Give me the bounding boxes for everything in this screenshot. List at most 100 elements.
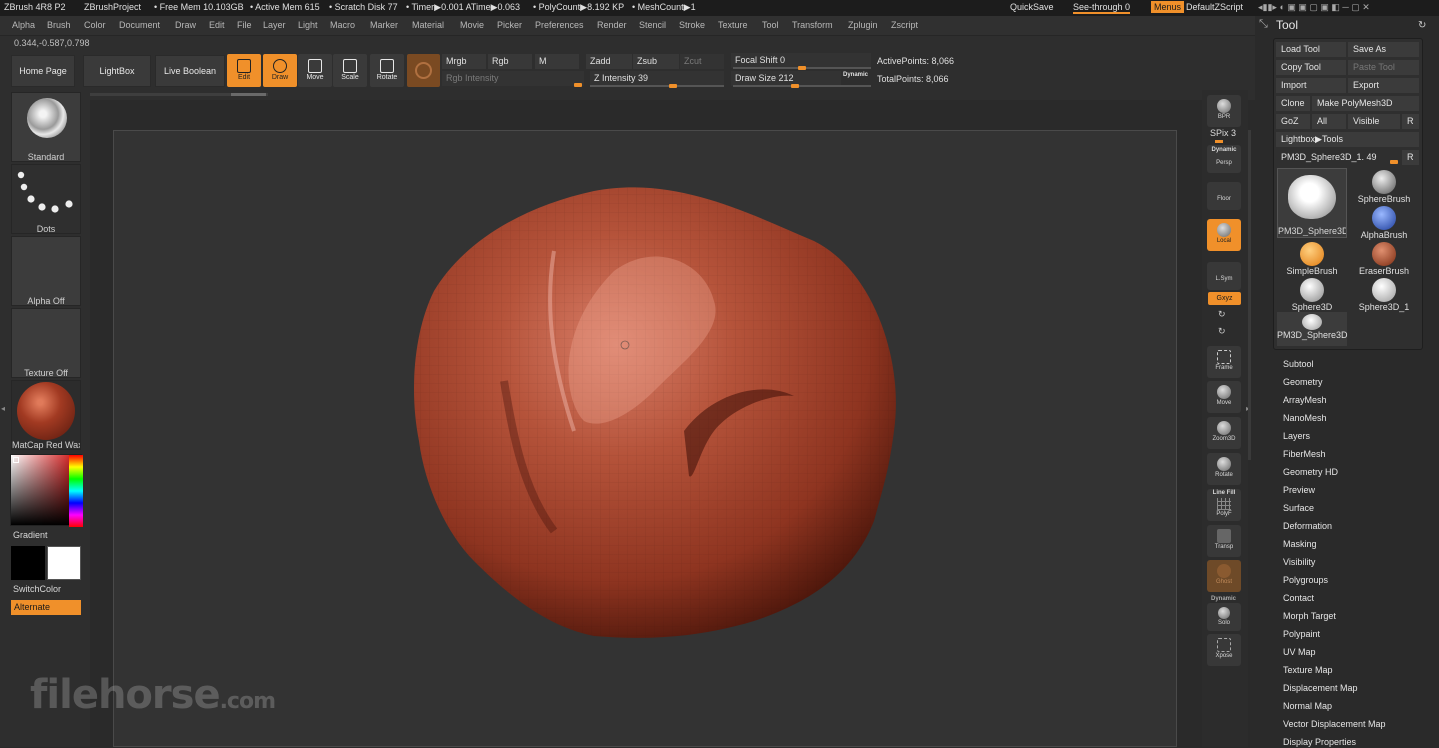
main-color-swatch[interactable]	[47, 546, 81, 580]
rgb-intensity-knob[interactable]	[574, 83, 582, 87]
refresh-icon[interactable]: ↻	[1418, 20, 1426, 31]
section-preview[interactable]: Preview	[1283, 485, 1315, 495]
menu-brush[interactable]: Brush	[47, 20, 71, 30]
save-as-button[interactable]: Save As	[1348, 42, 1419, 57]
rotate-z-icon[interactable]: ↻	[1218, 326, 1226, 337]
paste-tool-button[interactable]: Paste Tool	[1348, 60, 1419, 75]
see-through-slider[interactable]: See-through 0	[1073, 2, 1131, 14]
xyz-button[interactable]: Gxyz	[1208, 292, 1241, 305]
tool-palette-title[interactable]: Tool	[1276, 18, 1298, 32]
section-geometry-hd[interactable]: Geometry HD	[1283, 467, 1338, 477]
secondary-color-swatch[interactable]	[11, 546, 45, 580]
window-controls-icon[interactable]: ◂▮▮▸ ◐ ▣ ▣ ▢ ▣ ◧ ─ ▢ ✕	[1258, 2, 1370, 13]
clone-button[interactable]: Clone	[1276, 96, 1310, 111]
gradient-label[interactable]: Gradient	[13, 530, 48, 540]
rgb-intensity-slider[interactable]: Rgb Intensity	[442, 71, 584, 86]
section-surface[interactable]: Surface	[1283, 503, 1314, 513]
section-uv-map[interactable]: UV Map	[1283, 647, 1316, 657]
menu-draw[interactable]: Draw	[175, 20, 196, 30]
menu-tool[interactable]: Tool	[762, 20, 779, 30]
section-layers[interactable]: Layers	[1283, 431, 1310, 441]
section-vector-displacement-map[interactable]: Vector Displacement Map	[1283, 719, 1386, 729]
menu-zplugin[interactable]: Zplugin	[848, 20, 878, 30]
spix-knob[interactable]	[1215, 140, 1223, 143]
menu-light[interactable]: Light	[298, 20, 318, 30]
menu-texture[interactable]: Texture	[718, 20, 748, 30]
material-selector[interactable]: MatCap Red Wax	[11, 380, 81, 450]
all-button[interactable]: All	[1312, 114, 1346, 129]
live-boolean-button[interactable]: Live Boolean	[155, 55, 225, 87]
menu-render[interactable]: Render	[597, 20, 627, 30]
section-visibility[interactable]: Visibility	[1283, 557, 1315, 567]
menu-layer[interactable]: Layer	[263, 20, 286, 30]
viewport-canvas[interactable]	[113, 130, 1177, 747]
menu-edit[interactable]: Edit	[209, 20, 225, 30]
section-polypaint[interactable]: Polypaint	[1283, 629, 1320, 639]
edit-button[interactable]: Edit	[227, 54, 261, 87]
section-normal-map[interactable]: Normal Map	[1283, 701, 1332, 711]
import-button[interactable]: Import	[1276, 78, 1346, 93]
m-button[interactable]: M	[535, 54, 579, 69]
shelf-scroll-thumb[interactable]	[231, 93, 266, 96]
current-tool-knob[interactable]	[1390, 160, 1398, 164]
rgb-button[interactable]: Rgb	[488, 54, 532, 69]
section-geometry[interactable]: Geometry	[1283, 377, 1323, 387]
menu-document[interactable]: Document	[119, 20, 160, 30]
z-intensity-knob[interactable]	[669, 84, 677, 88]
section-arraymesh[interactable]: ArrayMesh	[1283, 395, 1327, 405]
alpha-selector[interactable]: Alpha Off	[11, 236, 81, 306]
lightbox-tools-button[interactable]: Lightbox▶Tools	[1276, 132, 1419, 147]
menu-transform[interactable]: Transform	[792, 20, 833, 30]
lightbox-button[interactable]: LightBox	[83, 55, 151, 87]
color-cursor[interactable]	[13, 457, 19, 463]
tool-thumb-sphere3d[interactable]: Sphere3D	[1277, 276, 1347, 312]
mrgb-button[interactable]: Mrgb	[442, 54, 486, 69]
sculpt-mesh[interactable]	[114, 131, 1178, 748]
menu-preferences[interactable]: Preferences	[535, 20, 584, 30]
menus-button[interactable]: Menus	[1151, 1, 1185, 13]
stroke-selector[interactable]: Dots	[11, 164, 81, 234]
r2-button[interactable]: R	[1402, 150, 1419, 165]
section-deformation[interactable]: Deformation	[1283, 521, 1332, 531]
brush-selector[interactable]: Standard	[11, 92, 81, 162]
color-picker[interactable]	[10, 454, 83, 527]
menu-color[interactable]: Color	[84, 20, 106, 30]
section-masking[interactable]: Masking	[1283, 539, 1317, 549]
texture-selector[interactable]: Texture Off	[11, 308, 81, 378]
tool-thumb-simplebrush[interactable]: SimpleBrush	[1277, 240, 1347, 276]
menu-macro[interactable]: Macro	[330, 20, 355, 30]
zcut-button[interactable]: Zcut	[680, 54, 724, 69]
draw-size-knob[interactable]	[791, 84, 799, 88]
spix-slider[interactable]: SPix 3	[1210, 128, 1236, 138]
zadd-button[interactable]: Zadd	[586, 54, 632, 69]
menu-material[interactable]: Material	[412, 20, 444, 30]
menu-picker[interactable]: Picker	[497, 20, 522, 30]
alternate-button[interactable]: Alternate	[11, 600, 81, 615]
section-display-properties[interactable]: Display Properties	[1283, 737, 1356, 747]
goz-button[interactable]: GoZ	[1276, 114, 1310, 129]
floor-button[interactable]: Floor	[1207, 182, 1241, 210]
copy-tool-button[interactable]: Copy Tool	[1276, 60, 1346, 75]
rotate-y-icon[interactable]: ↻	[1218, 309, 1226, 320]
move-view-button[interactable]: Move	[1207, 381, 1241, 413]
switchcolor-button[interactable]: SwitchColor	[13, 584, 61, 594]
current-tool-slider[interactable]: PM3D_Sphere3D_1. 49	[1276, 150, 1400, 165]
draw-size-track[interactable]	[733, 85, 871, 87]
tool-thumb-eraserbrush[interactable]: EraserBrush	[1349, 240, 1419, 276]
home-page-button[interactable]: Home Page	[11, 55, 75, 87]
section-contact[interactable]: Contact	[1283, 593, 1314, 603]
persp-button[interactable]: Dynamic Persp	[1207, 145, 1241, 173]
section-subtool[interactable]: Subtool	[1283, 359, 1314, 369]
zoom3d-button[interactable]: Zoom3D	[1207, 417, 1241, 449]
section-displacement-map[interactable]: Displacement Map	[1283, 683, 1358, 693]
draw-size-slider[interactable]: Draw Size 212	[731, 71, 841, 86]
load-tool-button[interactable]: Load Tool	[1276, 42, 1346, 57]
menu-alpha[interactable]: Alpha	[12, 20, 35, 30]
transp-button[interactable]: Transp	[1207, 525, 1241, 557]
menu-marker[interactable]: Marker	[370, 20, 398, 30]
move-button[interactable]: Move	[298, 54, 332, 87]
lsym-button[interactable]: L.Sym	[1207, 262, 1241, 290]
menu-stencil[interactable]: Stencil	[639, 20, 666, 30]
bpr-button[interactable]: BPR	[1207, 95, 1241, 127]
quicksave-button[interactable]: QuickSave	[1010, 2, 1054, 12]
